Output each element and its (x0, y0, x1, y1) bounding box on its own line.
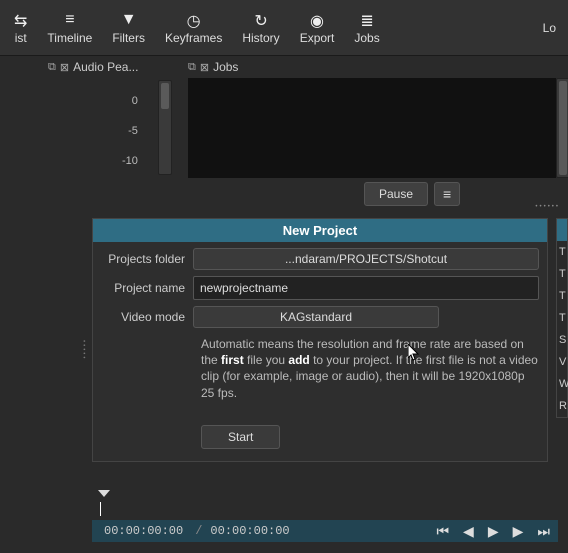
toolbar-label: Jobs (354, 31, 379, 45)
upper-panels: ⧉ ⊠ Audio Pea... 0 -5 -10 ⧉ ⊠ Jobs Pause… (0, 56, 568, 199)
menu-button[interactable]: ≡ (434, 182, 460, 206)
timecode-current[interactable]: 00:00:00:00 (100, 522, 187, 540)
audio-peak-panel: ⧉ ⊠ Audio Pea... 0 -5 -10 (0, 56, 188, 199)
undock-icon[interactable]: ⧉ (48, 61, 56, 74)
history-icon: ↻ (254, 11, 267, 29)
vertical-grip[interactable]: ••••• (80, 340, 86, 361)
toolbar-export[interactable]: ◉ Export (290, 7, 345, 49)
list-item[interactable]: R (557, 395, 567, 417)
list-item[interactable]: W (557, 373, 567, 395)
scrollbar-thumb[interactable] (161, 83, 169, 109)
skip-start-icon[interactable]: ⏮ (436, 523, 449, 540)
list-item[interactable]: T (557, 307, 567, 329)
playhead-line (100, 502, 101, 516)
recent-panel: T T T T S V W R (556, 218, 568, 418)
toolbar-label: Filters (112, 31, 145, 45)
close-icon[interactable]: ⊠ (200, 61, 209, 74)
list-item[interactable]: T (557, 263, 567, 285)
panel-header: New Project (93, 219, 547, 242)
timecode-total: 00:00:00:00 (210, 524, 289, 538)
timeline-icon: ≡ (65, 11, 74, 29)
stack-icon: ≣ (360, 11, 373, 29)
toolbar-history[interactable]: ↻ History (232, 7, 289, 49)
toolbar-jobs[interactable]: ≣ Jobs (344, 7, 389, 49)
timecode-separator: / (195, 524, 202, 538)
projects-folder-dropdown[interactable]: ...ndaram/PROJECTS/Shotcut (193, 248, 539, 270)
jobs-scrollbar[interactable] (556, 78, 568, 178)
prev-frame-icon[interactable]: ◀ (463, 523, 474, 540)
panel-header (557, 219, 567, 241)
list-icon: ⇆ (14, 11, 27, 29)
ruler-tick: -5 (122, 116, 138, 146)
help-text: Automatic means the resolution and frame… (93, 328, 547, 405)
toolbar-label: Keyframes (165, 31, 222, 45)
project-name-input[interactable] (193, 276, 539, 300)
toolbar-label: ist (15, 31, 27, 45)
peak-scrollbar[interactable] (158, 80, 172, 175)
list-item[interactable]: T (557, 285, 567, 307)
close-icon[interactable]: ⊠ (60, 61, 69, 74)
peak-ruler: 0 -5 -10 (122, 86, 138, 176)
toolbar-playlist[interactable]: ⇆ ist (4, 7, 37, 49)
new-project-panel: New Project Projects folder ...ndaram/PR… (92, 218, 548, 462)
disc-icon: ◉ (310, 11, 324, 29)
jobs-panel: ⧉ ⊠ Jobs Pause ≡ •••••• (188, 56, 568, 199)
folder-label: Projects folder (101, 252, 193, 266)
next-frame-icon[interactable]: ▶ (513, 523, 524, 540)
skip-end-icon[interactable]: ⏭ (537, 523, 550, 540)
toolbar-label: Timeline (47, 31, 92, 45)
triangle-down-icon (98, 490, 110, 497)
toolbar-timeline[interactable]: ≡ Timeline (37, 7, 102, 49)
toolbar-label: Export (300, 31, 335, 45)
toolbar-keyframes[interactable]: ◷ Keyframes (155, 7, 232, 49)
toolbar-label: History (242, 31, 279, 45)
list-item[interactable]: S (557, 329, 567, 351)
start-button[interactable]: Start (201, 425, 280, 449)
panel-title: Audio Pea... (73, 60, 138, 74)
list-item[interactable]: V (557, 351, 567, 373)
list-item[interactable]: T (557, 241, 567, 263)
name-label: Project name (101, 281, 193, 295)
main-toolbar: ⇆ ist ≡ Timeline ▼ Filters ◷ Keyframes ↻… (0, 0, 568, 56)
undock-icon[interactable]: ⧉ (188, 61, 196, 74)
transport-controls: ⏮ ◀ ▶ ▶ ⏭ (436, 523, 550, 540)
resize-grip[interactable]: •••••• (535, 204, 560, 210)
toolbar-filters[interactable]: ▼ Filters (102, 7, 155, 49)
funnel-icon: ▼ (121, 11, 137, 29)
video-mode-dropdown[interactable]: KAGstandard (193, 306, 439, 328)
mode-label: Video mode (101, 310, 193, 324)
panel-title: Jobs (213, 60, 238, 74)
play-icon[interactable]: ▶ (488, 523, 499, 540)
jobs-list (188, 78, 556, 178)
stopwatch-icon: ◷ (187, 11, 201, 29)
timeline-bar: 00:00:00:00 / 00:00:00:00 ⏮ ◀ ▶ ▶ ⏭ (92, 520, 558, 542)
scrollbar-thumb[interactable] (559, 81, 567, 175)
ruler-tick: 0 (122, 86, 138, 116)
toolbar-login[interactable]: Lo (543, 21, 564, 35)
pause-button[interactable]: Pause (364, 182, 428, 206)
ruler-tick: -10 (122, 146, 138, 176)
